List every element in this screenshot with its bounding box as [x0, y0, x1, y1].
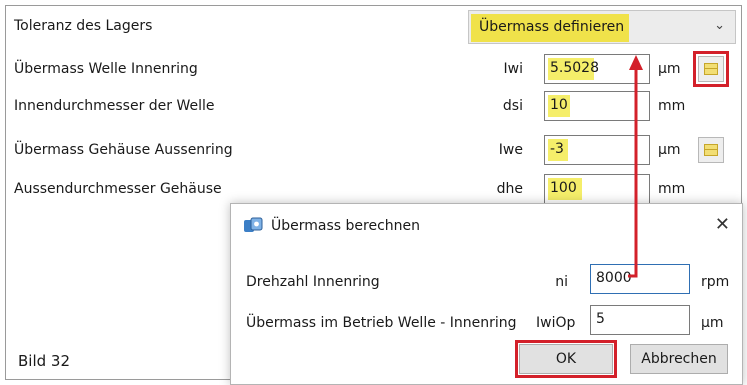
- symbol-dhe: dhe: [496, 181, 523, 197]
- input-iwiop[interactable]: 5: [590, 305, 690, 335]
- row-label-iwi: Übermass Welle Innenring: [14, 61, 198, 77]
- input-dsi[interactable]: 10: [544, 91, 650, 121]
- symbol-iwi: Iwi: [503, 61, 523, 77]
- chevron-down-icon: ⌄: [714, 18, 725, 33]
- input-ni[interactable]: 8000: [590, 264, 690, 294]
- value-iwe: -3: [550, 141, 564, 157]
- app-icon: [244, 217, 263, 232]
- highlight-box-calc: [693, 51, 729, 87]
- figure-caption: Bild 32: [18, 352, 71, 370]
- symbol-dsi: dsi: [502, 98, 523, 114]
- value-dsi: 10: [550, 97, 568, 113]
- symbol-iwe: Iwe: [498, 142, 523, 158]
- dialog-symbol-ni: ni: [555, 274, 568, 290]
- calculator-icon: [704, 144, 718, 156]
- value-iwi: 5.5028: [550, 60, 599, 76]
- input-iwi[interactable]: 5.5028: [544, 54, 650, 84]
- input-dhe[interactable]: 100: [544, 174, 650, 204]
- tolerance-label: Toleranz des Lagers: [14, 18, 153, 34]
- dialog-unit-ni: rpm: [701, 274, 730, 290]
- value-dhe: 100: [550, 180, 577, 196]
- tolerance-dropdown[interactable]: Übermass definieren ⌄: [468, 10, 736, 44]
- dialog-label-ni: Drehzahl Innenring: [246, 274, 380, 290]
- input-iwe[interactable]: -3: [544, 135, 650, 165]
- calculate-iwe-button[interactable]: [698, 137, 724, 163]
- unit-dsi: mm: [658, 98, 686, 114]
- calculate-interference-dialog: Übermass berechnen ✕ Drehzahl Innenring …: [230, 203, 743, 385]
- value-ni: 8000: [596, 270, 632, 286]
- unit-iwi: µm: [658, 61, 681, 77]
- cancel-button[interactable]: Abbrechen: [630, 344, 728, 374]
- app-window: Toleranz des Lagers Übermass definieren …: [0, 0, 747, 385]
- dialog-title-bar[interactable]: Übermass berechnen ✕: [231, 204, 742, 248]
- close-icon[interactable]: ✕: [715, 214, 730, 235]
- dialog-unit-iwiop: µm: [701, 315, 724, 331]
- row-label-iwe: Übermass Gehäuse Aussenring: [14, 142, 233, 158]
- unit-iwe: µm: [658, 142, 681, 158]
- dialog-label-iwiop: Übermass im Betrieb Welle - Innenring: [246, 315, 517, 331]
- unit-dhe: mm: [658, 181, 686, 197]
- dialog-symbol-iwiop: IwiOp: [536, 315, 576, 331]
- row-label-dhe: Aussendurchmesser Gehäuse: [14, 181, 222, 197]
- dialog-title: Übermass berechnen: [271, 218, 421, 234]
- tolerance-value: Übermass definieren: [479, 19, 625, 35]
- value-iwiop: 5: [596, 311, 605, 327]
- row-label-dsi: Innendurchmesser der Welle: [14, 98, 215, 114]
- highlight-box-ok: [515, 340, 617, 378]
